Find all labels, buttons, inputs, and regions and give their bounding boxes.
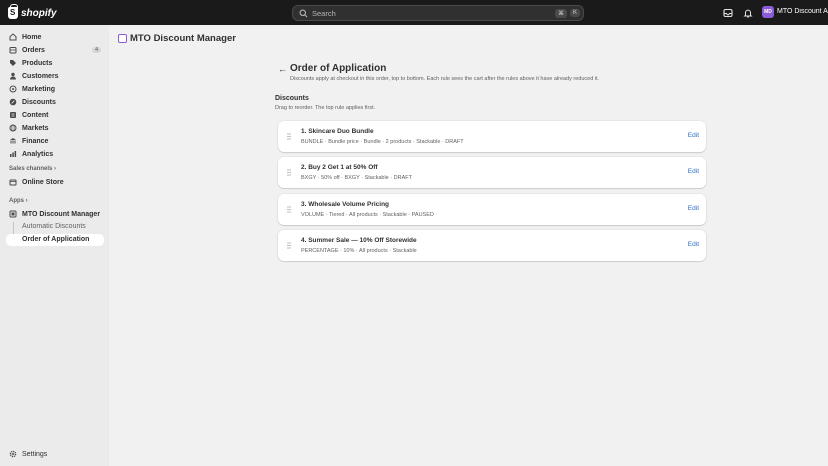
sidebar-item-label: Discounts [22,98,56,106]
store-avatar[interactable]: MD [762,6,774,18]
store-icon [9,179,17,186]
sidebar-item-products[interactable]: Products [6,57,104,69]
store-name[interactable]: MTO Discount App [777,8,828,15]
rule-title: 1. Skincare Duo Bundle [301,128,374,135]
sidebar-item-label: Finance [22,137,49,145]
bell-icon[interactable] [743,8,753,18]
drag-handle-icon[interactable] [287,169,291,176]
sidebar-item-marketing[interactable]: Marketing [6,83,104,95]
sidebar-item-settings[interactable]: Settings [6,448,104,460]
apps-heading[interactable]: Apps › [9,198,28,204]
home-icon [9,33,17,41]
sidebar: Home Orders 4 Products Customers Marketi… [0,25,109,466]
rule-title: 2. Buy 2 Get 1 at 50% Off [301,164,378,171]
rule-meta: VOLUME · Tiered · All products · Stackab… [301,212,434,218]
inbox-icon[interactable] [723,8,733,18]
search-icon [299,9,308,17]
app-title: MTO Discount Manager [130,33,236,44]
search-input[interactable]: Search ⌘ K [292,5,584,21]
target-icon [9,85,17,93]
sidebar-item-markets[interactable]: Markets [6,122,104,134]
gear-icon [9,450,17,458]
sidebar-item-label: Analytics [22,150,54,158]
edit-link[interactable]: Edit [688,168,699,175]
content-icon [10,112,16,118]
discount-icon [9,98,17,106]
sidebar-item-label: MTO Discount Manager [22,210,101,218]
sidebar-item-label: Products [22,59,53,67]
globe-icon [9,124,17,132]
sidebar-item-content[interactable]: Content [6,109,104,121]
discount-rule-card[interactable]: 2. Buy 2 Get 1 at 50% Off BXGY · 50% off… [278,157,706,188]
back-arrow-icon[interactable]: ← [278,64,287,74]
section-title: Discounts [275,95,309,102]
sidebar-item-discounts[interactable]: Discounts [6,96,104,108]
rule-meta: BXGY · 50% off · BXGY · Stackable · DRAF… [301,175,412,181]
sidebar-item-label: Home [22,33,42,41]
tag-icon [10,60,16,66]
sidebar-item-online-store[interactable]: Online Store [6,176,104,188]
sidebar-item-orders[interactable]: Orders 4 [6,44,104,56]
page-description: Discounts apply at checkout in this orde… [290,76,600,82]
orders-icon [9,47,17,54]
rule-title: 4. Summer Sale — 10% Off Storewide [301,237,417,244]
sidebar-item-label: Marketing [22,85,56,93]
sidebar-item-label: Online Store [22,178,64,186]
sidebar-item-label: Orders [22,46,45,54]
discount-rule-card[interactable]: 4. Summer Sale — 10% Off Storewide PERCE… [278,230,706,261]
edit-link[interactable]: Edit [688,132,699,139]
app-title-bar: MTO Discount Manager [118,33,236,44]
sidebar-item-finance[interactable]: Finance [6,135,104,147]
edit-link[interactable]: Edit [688,205,699,212]
sidebar-item-mto-app[interactable]: MTO Discount Manager [6,208,104,220]
sidebar-item-customers[interactable]: Customers [6,70,104,82]
rule-meta: BUNDLE · Bundle price · Bundle · 2 produ… [301,139,464,145]
drag-handle-icon[interactable] [287,206,291,213]
app-icon [9,210,17,218]
shopify-wordmark: shopify [21,7,57,19]
orders-count-badge: 4 [91,47,101,53]
sidebar-item-home[interactable]: Home [6,31,104,43]
shortcut-key: K [569,9,580,17]
discount-rule-card[interactable]: 1. Skincare Duo Bundle BUNDLE · Bundle p… [278,121,706,152]
bank-icon [10,138,16,144]
sidebar-item-label: Markets [22,124,49,132]
shortcut-cmd: ⌘ [554,8,567,18]
sidebar-subitem-automatic-discounts[interactable]: Automatic Discounts [22,223,86,230]
edit-link[interactable]: Edit [688,241,699,248]
page-title: Order of Application [290,63,387,74]
sidebar-subitem-order-of-application[interactable]: Order of Application [6,234,104,246]
sales-channels-heading[interactable]: Sales channels › [9,166,56,172]
app-icon [118,34,127,43]
chart-icon [10,151,17,157]
person-icon [10,72,16,80]
shopify-logo[interactable]: S shopify [8,4,57,20]
sidebar-item-label: Customers [22,72,59,80]
top-bar: S shopify Search ⌘ K MD MTO Discount App [0,0,828,25]
sidebar-item-analytics[interactable]: Analytics [6,148,104,160]
search-placeholder: Search [312,8,336,18]
rule-title: 3. Wholesale Volume Pricing [301,201,390,208]
rule-meta: PERCENTAGE · 10% · All products · Stacka… [301,248,417,254]
shopify-bag-icon: S [8,4,18,19]
main-content: MTO Discount Manager ← Order of Applicat… [109,25,828,466]
sidebar-item-label: Content [22,111,49,119]
drag-handle-icon[interactable] [287,133,291,140]
discount-rule-card[interactable]: 3. Wholesale Volume Pricing VOLUME · Tie… [278,194,706,225]
drag-handle-icon[interactable] [287,242,291,249]
section-description: Drag to reorder. The top rule applies fi… [275,105,376,111]
sidebar-item-label: Settings [22,450,48,458]
